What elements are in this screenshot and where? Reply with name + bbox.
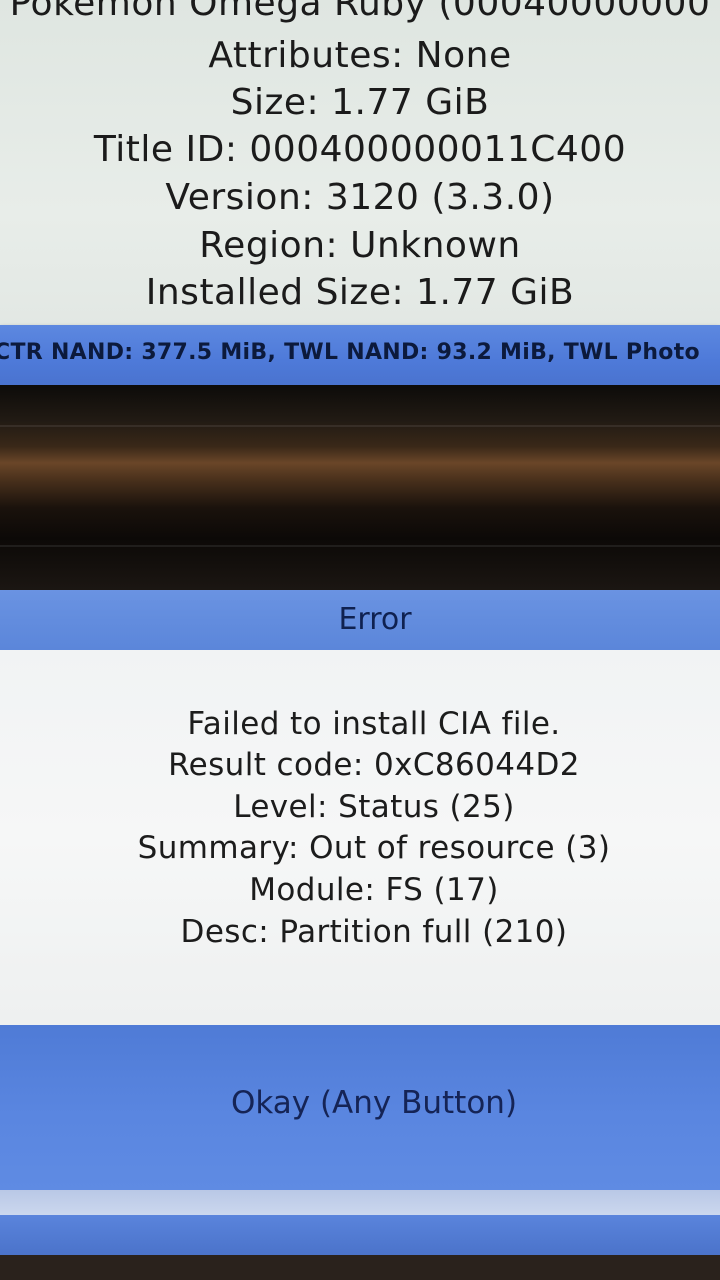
attributes-value: Attributes: None (208, 35, 512, 76)
bottom-divider (0, 1190, 720, 1215)
region-value: Region: Unknown (199, 225, 521, 266)
device-bezel (0, 1255, 720, 1280)
error-description: Desc: Partition full (210) (180, 914, 568, 950)
error-level: Level: Status (25) (233, 789, 515, 825)
top-screen: Pokemon Omega Ruby (00040000000 Attribut… (0, 0, 720, 390)
installed-size-value: Installed Size: 1.77 GiB (145, 272, 575, 313)
title-name: Pokemon Omega Ruby (00040000000 (9, 0, 711, 24)
hinge-edge-line (0, 545, 720, 547)
title-id-value: Title ID: 000400000011C400 (93, 129, 627, 170)
photo-frame: Pokemon Omega Ruby (00040000000 Attribut… (0, 0, 720, 1280)
okay-button[interactable]: Okay (Any Button) (0, 1025, 720, 1190)
error-dialog-title-bar: Error (0, 590, 720, 650)
title-info-panel: Pokemon Omega Ruby (00040000000 Attribut… (0, 0, 720, 325)
okay-button-label: Okay (Any Button) (230, 1085, 518, 1121)
dialog-title: Error (338, 602, 412, 637)
storage-status-bar: CTR NAND: 377.5 MiB, TWL NAND: 93.2 MiB,… (0, 325, 720, 385)
error-summary: Summary: Out of resource (3) (137, 830, 611, 866)
size-value: Size: 1.77 GiB (230, 82, 490, 123)
result-code: Result code: 0xC86044D2 (168, 747, 580, 783)
hinge-edge-line (0, 425, 720, 427)
bottom-status-bar (0, 1215, 720, 1255)
error-dialog-body: Failed to install CIA file. Result code:… (0, 650, 720, 1025)
storage-status-text: CTR NAND: 377.5 MiB, TWL NAND: 93.2 MiB,… (0, 340, 700, 365)
bottom-screen: Error Failed to install CIA file. Result… (0, 590, 720, 1280)
version-value: Version: 3120 (3.3.0) (165, 177, 555, 218)
device-hinge (0, 385, 720, 590)
error-module: Module: FS (17) (249, 872, 499, 908)
error-message: Failed to install CIA file. (187, 706, 561, 742)
